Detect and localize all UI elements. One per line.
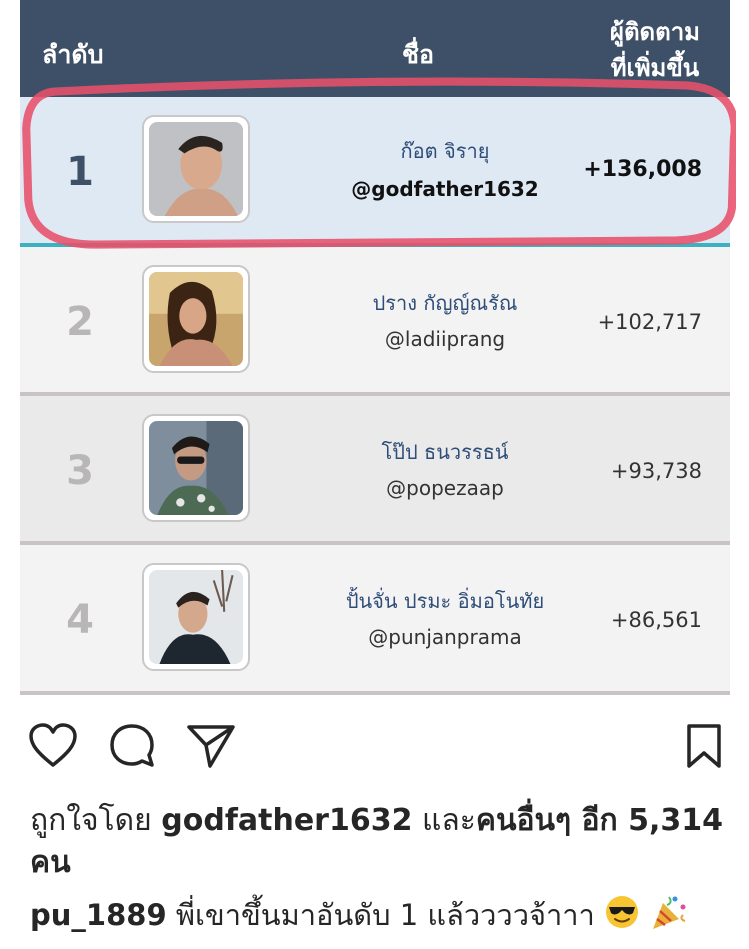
- caption-text: พี่เขาขึ้นมาอันดับ 1 แล้ววววจ้าาา: [175, 898, 595, 932]
- avatar[interactable]: [142, 265, 250, 373]
- profile-photo: [149, 569, 243, 664]
- rank-number: 4: [66, 597, 94, 643]
- username[interactable]: @ladiiprang: [270, 327, 620, 351]
- follower-gain: +93,738: [610, 459, 702, 483]
- avatar[interactable]: [142, 563, 250, 671]
- follower-gain: +102,717: [597, 310, 702, 334]
- display-name: โป๊ป ธนวรรธน์: [381, 440, 509, 464]
- post-caption: pu_1889 พี่เขาขึ้นมาอันดับ 1 แล้ววววจ้าา…: [30, 893, 730, 941]
- bookmark-icon[interactable]: [686, 723, 722, 774]
- profile-photo: [149, 421, 243, 515]
- follower-gain: +86,561: [610, 608, 702, 632]
- post-action-bar: [0, 715, 749, 775]
- table-header: ลำดับ ชื่อ ผู้ติดตาม ที่เพิ่มขึ้น: [20, 0, 730, 97]
- header-name: ชื่อ: [402, 40, 434, 69]
- party-popper-emoji-icon: [649, 893, 689, 941]
- likes-prefix: ถูกใจโดย: [30, 803, 152, 838]
- table-row[interactable]: 1 ก๊อต จิรายุ @godfather1632 +136,008: [20, 97, 730, 247]
- header-gain-line2: ที่เพิ่มขึ้น: [610, 54, 700, 82]
- rank-number: 1: [66, 149, 94, 195]
- header-followers-gained: ผู้ติดตาม ที่เพิ่มขึ้น: [610, 14, 700, 86]
- header-gain-line1: ผู้ติดตาม: [609, 18, 700, 46]
- likes-username[interactable]: godfather1632: [161, 803, 412, 838]
- follower-gain: +136,008: [583, 157, 702, 182]
- username[interactable]: @popezaap: [270, 476, 620, 500]
- profile-photo: [149, 272, 243, 366]
- display-name: ก๊อต จิรายุ: [400, 139, 490, 163]
- profile-photo: [149, 122, 243, 216]
- header-rank: ลำดับ: [42, 40, 104, 69]
- table-row[interactable]: 2 ปราง กัญญ์ณรัณ @ladiiprang +102,717: [20, 247, 730, 392]
- table-row[interactable]: 3 โป๊ป ธนวรรธน์ @popezaap +93,738: [20, 396, 730, 541]
- likes-summary[interactable]: ถูกใจโดย godfather1632 และคนอื่นๆ อีก 5,…: [30, 800, 730, 884]
- display-name: ปั้นจั่น ปรมะ อิ่มอโนทัย: [345, 589, 545, 613]
- comment-icon[interactable]: [108, 723, 156, 774]
- display-name: ปราง กัญญ์ณรัณ: [372, 291, 518, 315]
- share-icon[interactable]: [186, 723, 236, 774]
- username[interactable]: @godfather1632: [270, 177, 620, 201]
- heart-icon[interactable]: [28, 723, 78, 774]
- username[interactable]: @punjanprama: [270, 625, 620, 649]
- rank-number: 3: [66, 448, 94, 494]
- rank-number: 2: [66, 299, 94, 345]
- avatar[interactable]: [142, 115, 250, 223]
- ranking-table: ลำดับ ชื่อ ผู้ติดตาม ที่เพิ่มขึ้น 1 ก๊อต…: [20, 0, 730, 695]
- caption-username[interactable]: pu_1889: [30, 898, 167, 932]
- avatar[interactable]: [142, 414, 250, 522]
- table-row[interactable]: 4 ปั้นจั่น ปรมะ อิ่มอโนทัย @punjanprama …: [20, 545, 730, 691]
- sunglasses-emoji-icon: [604, 894, 640, 940]
- row-divider: [20, 691, 730, 695]
- likes-and: และ: [422, 803, 476, 838]
